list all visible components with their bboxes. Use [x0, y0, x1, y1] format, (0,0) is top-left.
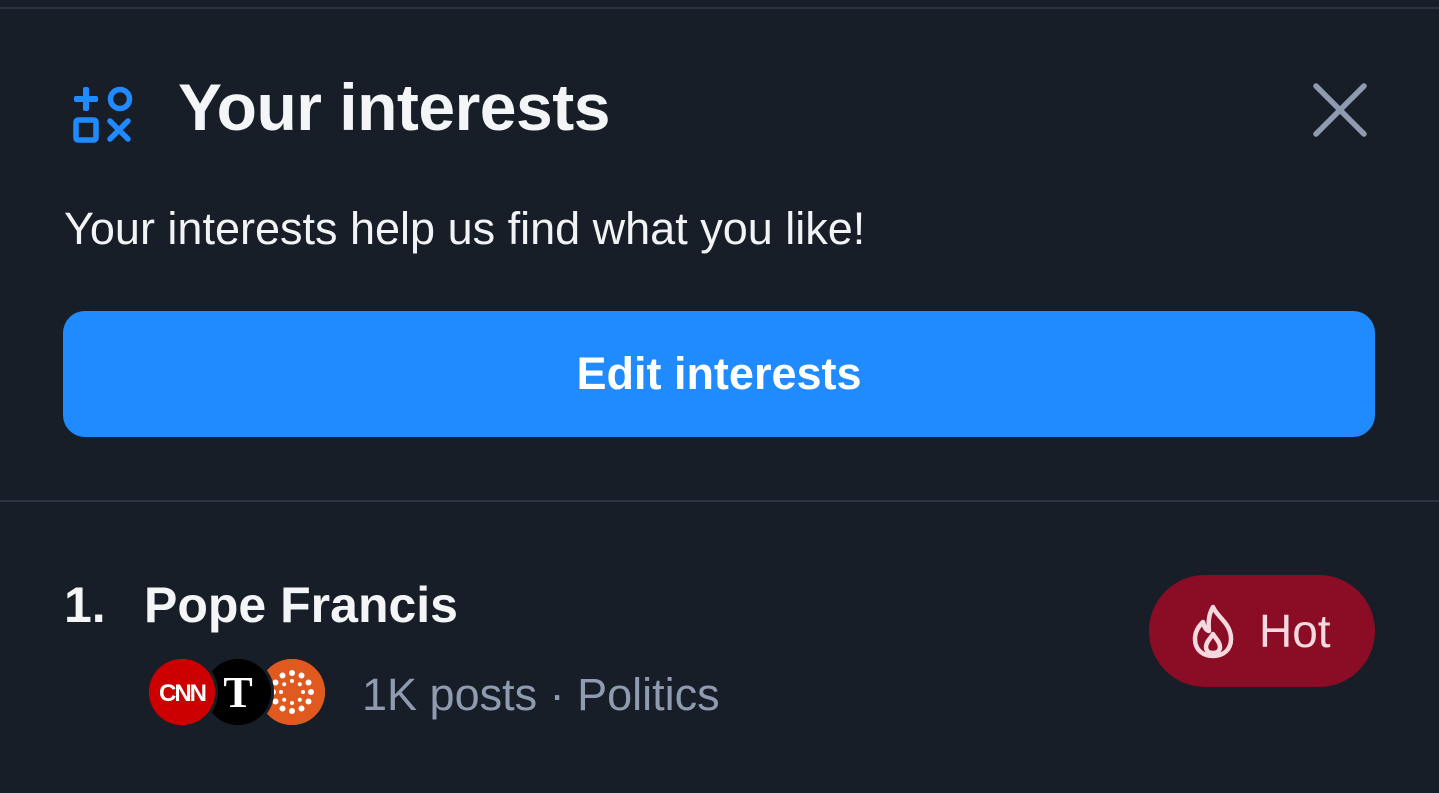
trend-rank: 1. — [64, 577, 106, 633]
edit-interests-button[interactable]: Edit interests — [63, 311, 1375, 437]
close-button[interactable] — [1304, 74, 1376, 146]
trend-item[interactable]: 1. Pope Francis CNN T 1K posts · Politic… — [0, 520, 1439, 770]
svg-text:CNN: CNN — [159, 680, 206, 707]
flame-icon — [1192, 604, 1234, 659]
trend-topic: Pope Francis — [144, 577, 458, 633]
svg-text:T: T — [223, 668, 252, 717]
hot-badge-label: Hot — [1259, 605, 1331, 657]
close-icon — [1313, 83, 1367, 137]
top-divider — [0, 7, 1439, 9]
section-divider — [0, 500, 1439, 502]
hot-badge: Hot — [1149, 575, 1375, 687]
trend-meta: 1K posts · Politics — [362, 669, 720, 720]
source-avatars: CNN T — [146, 656, 336, 728]
cnn-logo: CNN — [146, 656, 218, 728]
page-title: Your interests — [178, 70, 610, 144]
interests-description: Your interests help us find what you lik… — [64, 203, 866, 254]
shapes-icon — [73, 86, 133, 143]
